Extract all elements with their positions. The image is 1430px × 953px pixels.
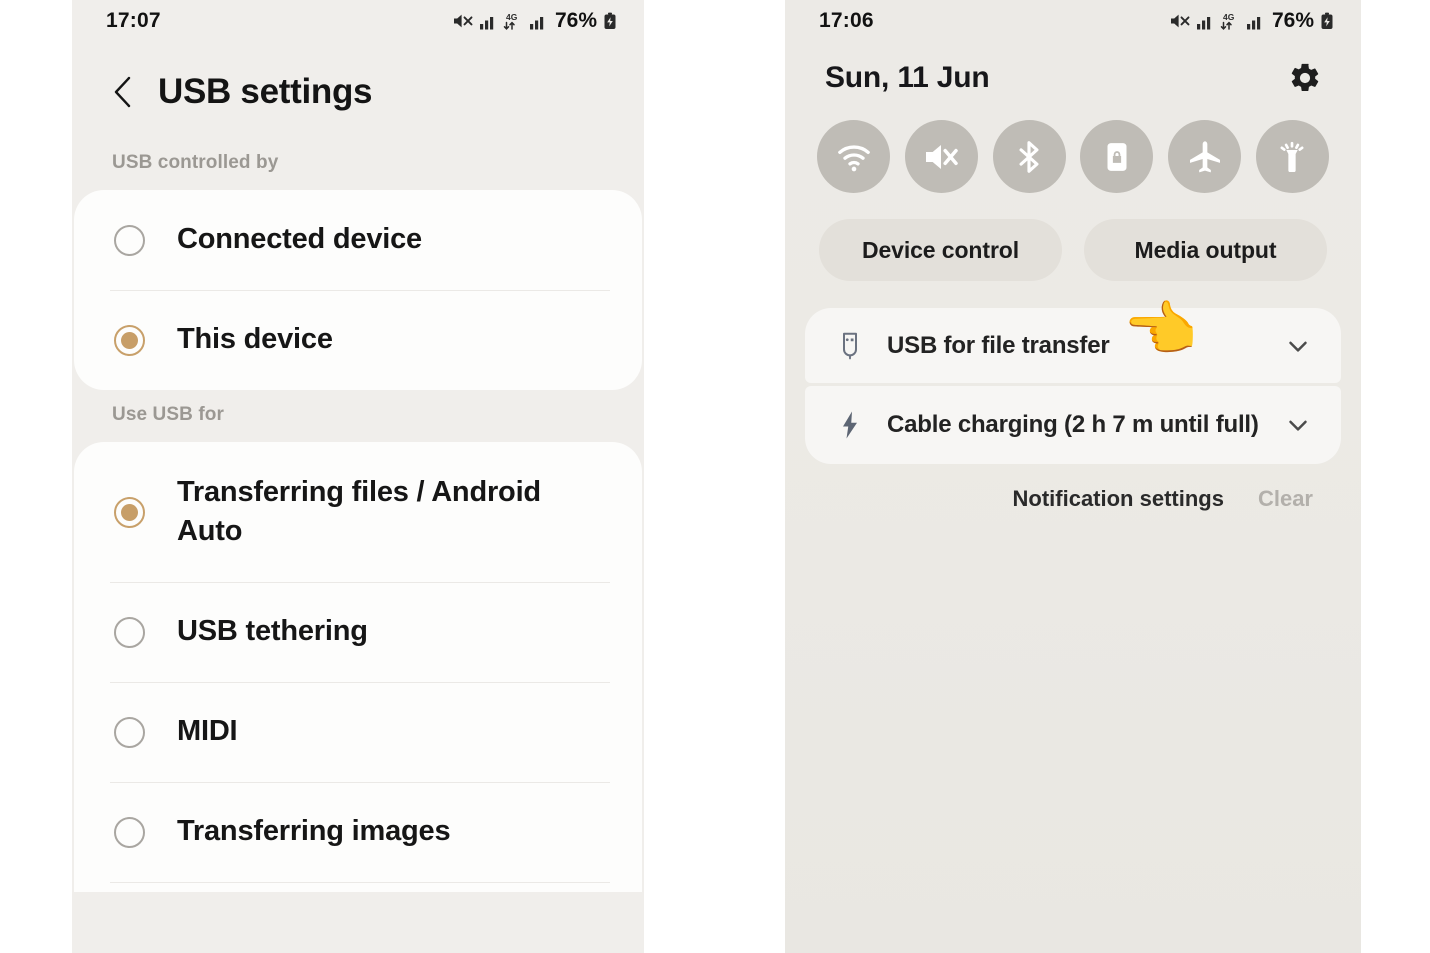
radio-this-device[interactable] xyxy=(114,324,145,356)
rotation-lock-icon xyxy=(1107,142,1127,171)
gear-icon xyxy=(1291,63,1319,92)
option-transferring-files[interactable]: Transferring files / Android Auto xyxy=(74,442,642,582)
clear-button[interactable]: Clear xyxy=(1258,486,1313,512)
status-bar-time: 17:06 xyxy=(819,9,874,32)
svg-text:4G: 4G xyxy=(1223,12,1235,22)
screenshot-root: 17:07 4G 76% USB settings USB controlled… xyxy=(0,0,1430,953)
4g-data-icon: 4G xyxy=(503,12,518,30)
4g-data-icon: 4G xyxy=(1220,12,1235,30)
list-cutoff-divider xyxy=(74,882,642,892)
option-label: This device xyxy=(177,323,333,356)
media-output-button[interactable]: Media output xyxy=(1084,219,1327,281)
page-header: USB settings xyxy=(72,42,644,138)
quick-panel-screen: 17:06 4G 76% Sun, 11 Jun Device control … xyxy=(785,0,1361,953)
status-bar-right: 17:06 4G 76% xyxy=(785,0,1361,42)
bluetooth-icon xyxy=(1019,140,1039,173)
svg-text:4G: 4G xyxy=(506,12,518,22)
flashlight-icon xyxy=(1281,141,1304,172)
use-usb-for-card: Transferring files / Android Auto USB te… xyxy=(74,442,642,892)
option-connected-device[interactable]: Connected device xyxy=(74,190,642,290)
device-control-button[interactable]: Device control xyxy=(819,219,1062,281)
airplane-mode-toggle[interactable] xyxy=(1168,120,1242,193)
control-pills-row: Device control Media output xyxy=(785,193,1361,281)
mute-speaker-icon xyxy=(926,144,959,169)
wifi-toggle[interactable] xyxy=(817,120,890,193)
mute-icon xyxy=(1170,14,1190,28)
option-transferring-images[interactable]: Transferring images xyxy=(74,782,642,882)
notification-list: USB for file transfer 👉 Cable charging (… xyxy=(805,296,1341,464)
option-label: Transferring images xyxy=(177,815,451,848)
option-label: Connected device xyxy=(177,223,422,256)
flashlight-toggle[interactable] xyxy=(1255,120,1329,193)
option-label: Transferring files / Android Auto xyxy=(177,475,541,547)
usb-settings-screen: 17:07 4G 76% USB settings USB controlled… xyxy=(72,0,644,953)
notification-title: Cable charging (2 h 7 m until full) xyxy=(887,411,1259,438)
status-bar-time: 17:07 xyxy=(106,9,161,32)
settings-button[interactable] xyxy=(1285,58,1325,98)
option-this-device[interactable]: This device xyxy=(74,290,642,390)
chevron-down-icon[interactable] xyxy=(1283,410,1313,440)
radio-transferring-files[interactable] xyxy=(114,496,145,528)
notification-usb-file-transfer[interactable]: USB for file transfer 👉 xyxy=(805,296,1341,383)
radio-transferring-images[interactable] xyxy=(114,816,145,848)
signal-bars-icon xyxy=(479,17,494,30)
usb-icon xyxy=(835,331,865,361)
battery-charging-icon xyxy=(1321,12,1333,29)
option-midi[interactable]: MIDI xyxy=(74,682,642,782)
battery-percent-label: 76% xyxy=(554,9,597,32)
date-label: Sun, 11 Jun xyxy=(825,61,990,94)
lightning-bolt-icon xyxy=(835,410,865,440)
quick-panel-header: Sun, 11 Jun xyxy=(785,42,1361,98)
option-usb-tethering[interactable]: USB tethering xyxy=(74,582,642,682)
quick-toggles-row xyxy=(785,98,1361,193)
notification-title: USB for file transfer xyxy=(887,331,1110,359)
option-label: USB tethering xyxy=(177,615,368,648)
radio-midi[interactable] xyxy=(114,716,145,748)
battery-percent-label: 76% xyxy=(1271,9,1314,32)
signal-bars-icon xyxy=(529,17,544,30)
signal-bars-icon xyxy=(1246,17,1261,30)
status-bar-icons: 4G 76% xyxy=(1169,9,1335,33)
radio-connected-device[interactable] xyxy=(114,224,145,256)
section-label-usb-controlled-by: USB controlled by xyxy=(112,152,279,173)
notification-settings-button[interactable]: Notification settings xyxy=(1013,486,1224,512)
back-chevron-icon[interactable] xyxy=(110,75,136,109)
status-bar-left: 17:07 4G 76% xyxy=(72,0,644,42)
sound-toggle[interactable] xyxy=(904,120,978,193)
section-label-use-usb-for: Use USB for xyxy=(112,404,224,425)
page-title: USB settings xyxy=(158,72,373,111)
notification-actions: Notification settings Clear xyxy=(785,464,1361,512)
mute-icon xyxy=(453,14,473,28)
signal-bars-icon xyxy=(1196,17,1211,30)
airplane-icon xyxy=(1189,140,1220,172)
auto-rotate-toggle[interactable] xyxy=(1080,120,1154,193)
option-label: MIDI xyxy=(177,715,238,748)
usb-controlled-by-card: Connected device This device xyxy=(74,190,642,390)
battery-charging-icon xyxy=(604,12,616,29)
bluetooth-toggle[interactable] xyxy=(992,120,1066,193)
chevron-down-icon[interactable] xyxy=(1283,331,1313,361)
wifi-icon xyxy=(837,144,870,171)
status-bar-icons: 4G 76% xyxy=(452,9,618,33)
notification-cable-charging[interactable]: Cable charging (2 h 7 m until full) xyxy=(805,386,1341,464)
radio-usb-tethering[interactable] xyxy=(114,616,145,648)
